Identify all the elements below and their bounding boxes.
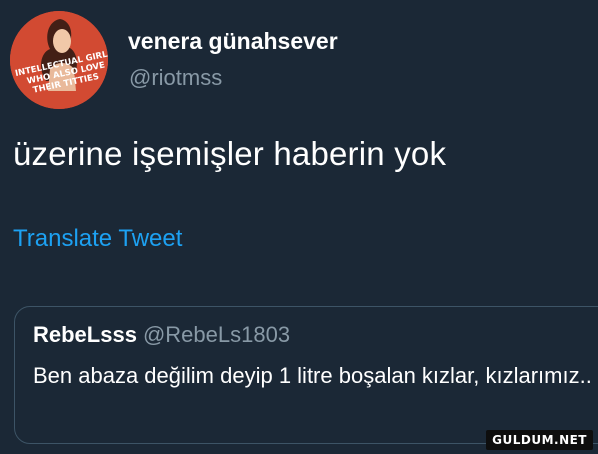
translate-tweet-link[interactable]: Translate Tweet (13, 225, 182, 253)
quoted-tweet-text: Ben abaza değilim deyip 1 litre boşalan … (33, 363, 592, 388)
quoted-tweet-header: RebeLsss @RebeLs1803 (33, 322, 290, 348)
watermark: GULDUM.NET (486, 430, 593, 450)
author-handle[interactable]: @riotmss (129, 65, 222, 91)
quoted-tweet-card[interactable]: RebeLsss @RebeLs1803 Ben abaza değilim de… (14, 306, 598, 444)
tweet-text: üzerine işemişler haberin yok (13, 135, 447, 172)
author-display-name[interactable]: venera günahsever (128, 28, 338, 55)
quoted-tweet-handle: @RebeLs1803 (142, 322, 291, 347)
avatar[interactable]: INTELLECTUAL GIRLS WHO ALSO LOVE THEIR T… (10, 11, 108, 109)
quoted-tweet-display-name: RebeLsss (33, 322, 137, 347)
